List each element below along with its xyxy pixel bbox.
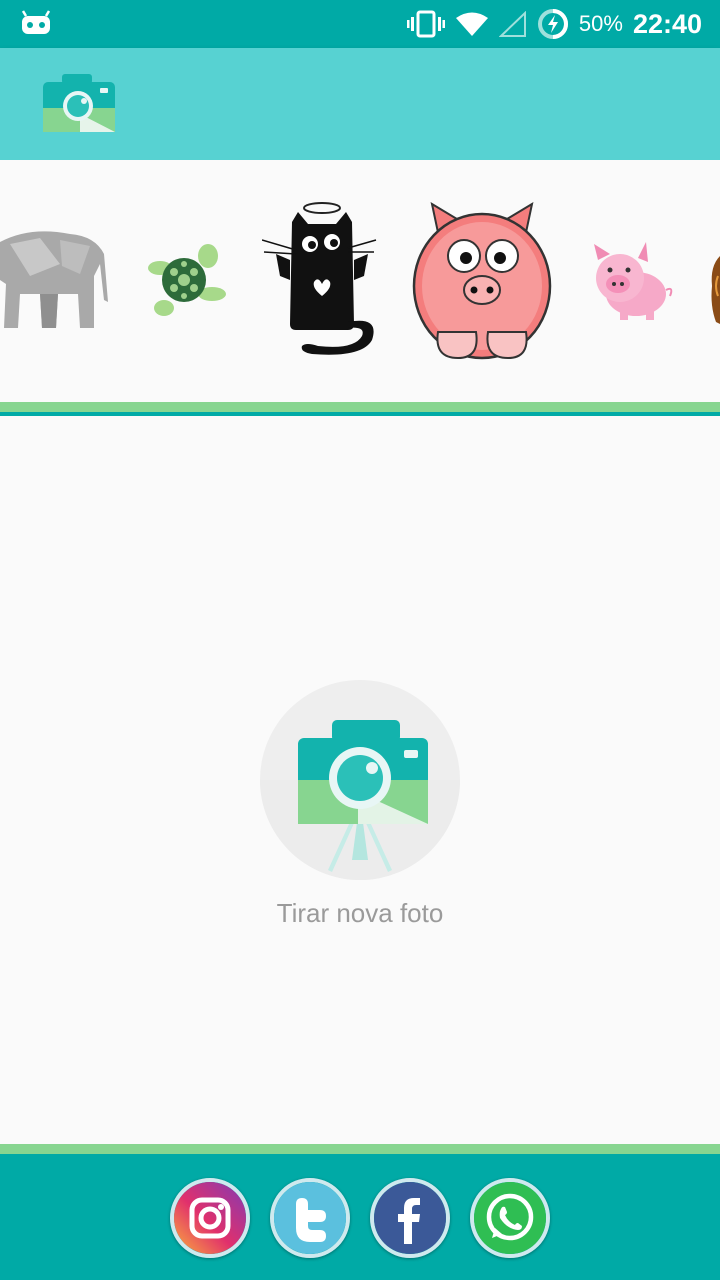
cartoon-pig-sticker[interactable] bbox=[410, 198, 554, 364]
turtle-sticker[interactable] bbox=[146, 238, 228, 324]
battery-percent: 50% bbox=[578, 11, 623, 36]
facebook-button[interactable] bbox=[370, 1178, 450, 1258]
cell-signal-icon bbox=[498, 11, 526, 37]
camera-gallery-icon bbox=[43, 74, 115, 132]
app-screen: 50% 22:40 Tirar nova foto bbox=[0, 0, 720, 1280]
twitter-icon bbox=[274, 1182, 346, 1254]
clock: 22:40 bbox=[632, 8, 702, 39]
status-bar: 50% 22:40 bbox=[0, 0, 720, 48]
wifi-icon bbox=[455, 12, 488, 36]
android-notification-icon bbox=[21, 10, 51, 34]
twitter-button[interactable] bbox=[270, 1178, 350, 1258]
sticker-strip[interactable] bbox=[0, 160, 720, 402]
bear-sticker[interactable] bbox=[710, 256, 720, 326]
instagram-button[interactable] bbox=[170, 1178, 250, 1258]
camera-tripod-icon bbox=[260, 720, 460, 880]
vibrate-icon bbox=[406, 10, 445, 38]
angel-cat-sticker[interactable] bbox=[262, 200, 378, 362]
facebook-icon bbox=[374, 1182, 446, 1254]
whatsapp-button[interactable] bbox=[470, 1178, 550, 1258]
elephant-sticker[interactable] bbox=[0, 224, 112, 334]
whatsapp-icon bbox=[474, 1182, 546, 1254]
take-photo-label[interactable]: Tirar nova foto bbox=[0, 898, 720, 929]
footer-divider bbox=[0, 1144, 720, 1158]
small-pig-sticker[interactable] bbox=[590, 240, 674, 324]
app-toolbar bbox=[0, 48, 720, 160]
instagram-icon bbox=[174, 1182, 246, 1254]
share-footer bbox=[0, 1158, 720, 1280]
take-photo-button[interactable] bbox=[260, 680, 460, 880]
strip-divider bbox=[0, 402, 720, 416]
battery-charging-icon bbox=[537, 9, 568, 39]
